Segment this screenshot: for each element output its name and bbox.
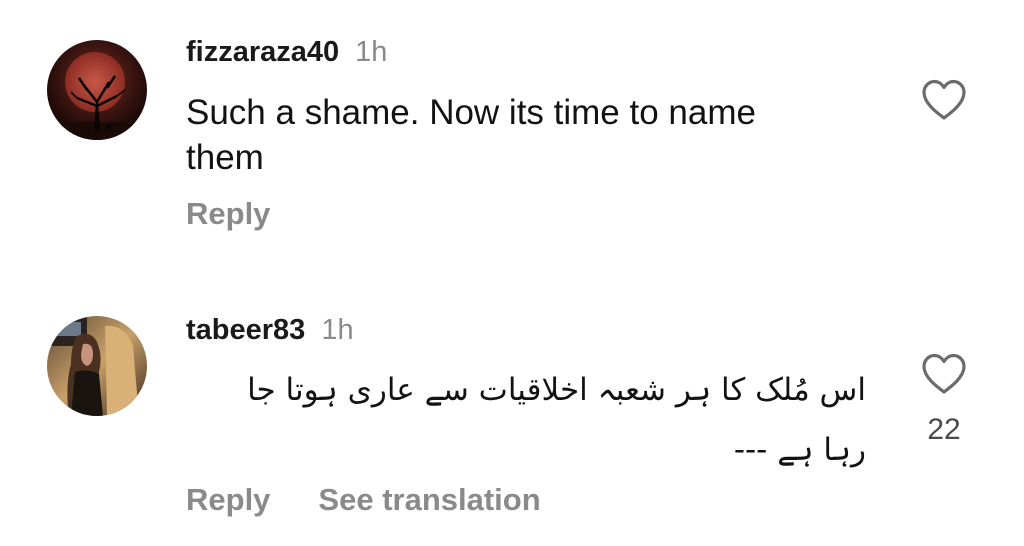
timestamp: 1h	[355, 36, 388, 68]
comment-actions: Reply	[186, 196, 270, 232]
like-button[interactable]	[920, 78, 968, 122]
user-avatar[interactable]	[47, 40, 147, 140]
comment-text-line: اس مُلک کا ہر شعبہ اخلاقیات سے عاری ہوتا…	[247, 372, 866, 408]
comment-text-line: رہا ہے ---	[733, 432, 866, 468]
heart-outline-icon	[922, 79, 966, 120]
reply-button[interactable]: Reply	[186, 482, 270, 518]
like-count: 22	[927, 413, 961, 446]
comment-item: tabeer83 1h اس مُلک کا ہر شعبہ اخلاقیات …	[0, 270, 1024, 546]
comment-text-line: Such a shame. Now its time to name	[186, 93, 756, 132]
username[interactable]: tabeer83	[186, 314, 305, 347]
like-button[interactable]	[920, 352, 968, 396]
heart-outline-icon	[922, 353, 966, 394]
timestamp: 1h	[321, 314, 354, 346]
see-translation-button[interactable]: See translation	[318, 482, 540, 518]
user-avatar[interactable]	[47, 316, 147, 416]
tree-under-red-moon-icon	[47, 40, 147, 140]
comment-text: اس مُلک کا ہر شعبہ اخلاقیات سے عاری ہوتا…	[186, 360, 866, 480]
reply-button[interactable]: Reply	[186, 196, 270, 232]
person-in-car-icon	[47, 316, 147, 416]
comment-text-line: them	[186, 138, 264, 177]
comment-actions: Reply See translation	[186, 482, 541, 518]
comment-header: fizzaraza40 1h	[186, 36, 387, 69]
comment-header: tabeer83 1h	[186, 314, 354, 347]
comment-text: Such a shame. Now its time to name them	[186, 90, 756, 180]
username[interactable]: fizzaraza40	[186, 36, 339, 69]
comment-item: fizzaraza40 1h Such a shame. Now its tim…	[0, 0, 1024, 270]
